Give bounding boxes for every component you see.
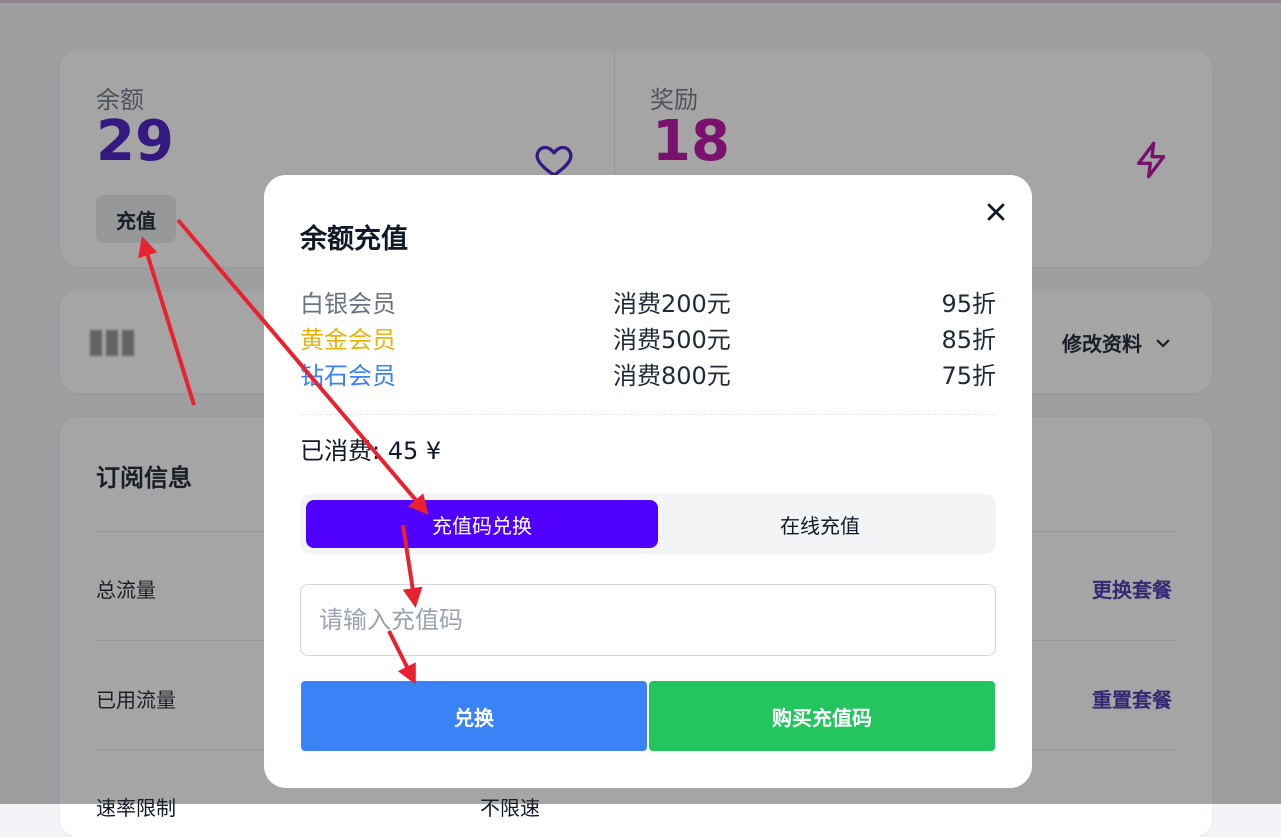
- section-divider: [300, 414, 996, 415]
- recharge-modal: 余额充值 白银会员 消费200元 95折 黄金会员 消费500元 85折 钻石会…: [264, 175, 1032, 788]
- close-icon[interactable]: [982, 198, 1010, 226]
- modal-title: 余额充值: [300, 224, 408, 255]
- tier-name: 白银会员: [300, 290, 396, 318]
- tier-condition: 消费500元: [613, 326, 731, 354]
- tier-discount: 95折: [941, 290, 996, 318]
- tab-redeem-code[interactable]: 充值码兑换: [306, 500, 658, 548]
- tier-discount: 85折: [941, 326, 996, 354]
- buy-code-button[interactable]: 购买充值码: [649, 681, 995, 751]
- tier-name: 钻石会员: [300, 362, 396, 390]
- tier-row-silver: 白银会员 消费200元 95折: [300, 284, 996, 320]
- tier-condition: 消费800元: [613, 362, 731, 390]
- recharge-tabs: 充值码兑换 在线充值: [300, 494, 996, 554]
- tab-online-recharge[interactable]: 在线充值: [650, 500, 990, 548]
- tier-condition: 消费200元: [613, 290, 731, 318]
- recharge-code-input[interactable]: [300, 584, 996, 656]
- tier-discount: 75折: [941, 362, 996, 390]
- spent-amount: 已消费: 45 ¥: [300, 437, 442, 465]
- redeem-button[interactable]: 兑换: [301, 681, 647, 751]
- tier-row-gold: 黄金会员 消费500元 85折: [300, 320, 996, 356]
- tier-row-diamond: 钻石会员 消费800元 75折: [300, 356, 996, 392]
- tier-name: 黄金会员: [300, 326, 396, 354]
